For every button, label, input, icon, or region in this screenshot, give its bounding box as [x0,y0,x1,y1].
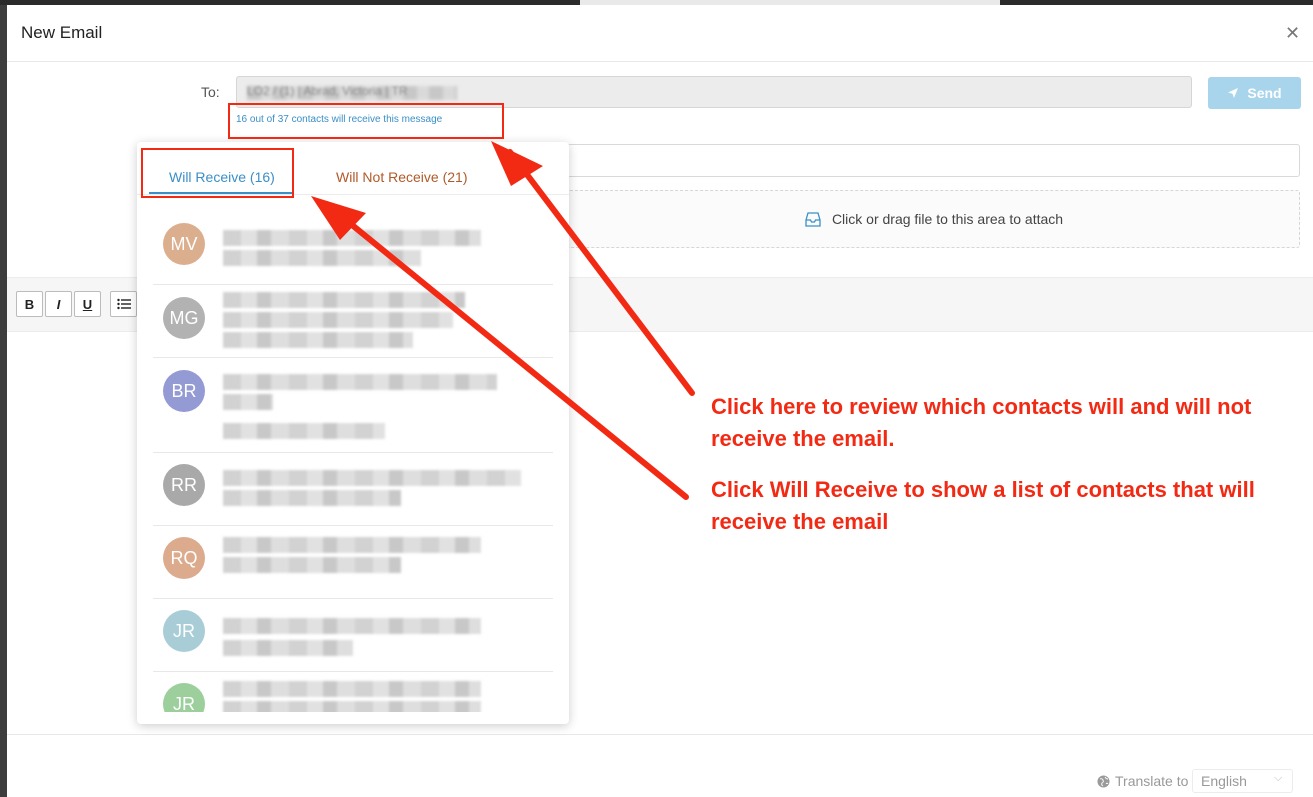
arrow-to-will-receive-tab [311,196,689,500]
annotation-note-will-receive: Click Will Receive to show a list of con… [711,477,1255,534]
arrow-to-recipients-summary [491,141,695,396]
annotation-note-review-contacts: Click here to review which contacts will… [711,394,1252,451]
